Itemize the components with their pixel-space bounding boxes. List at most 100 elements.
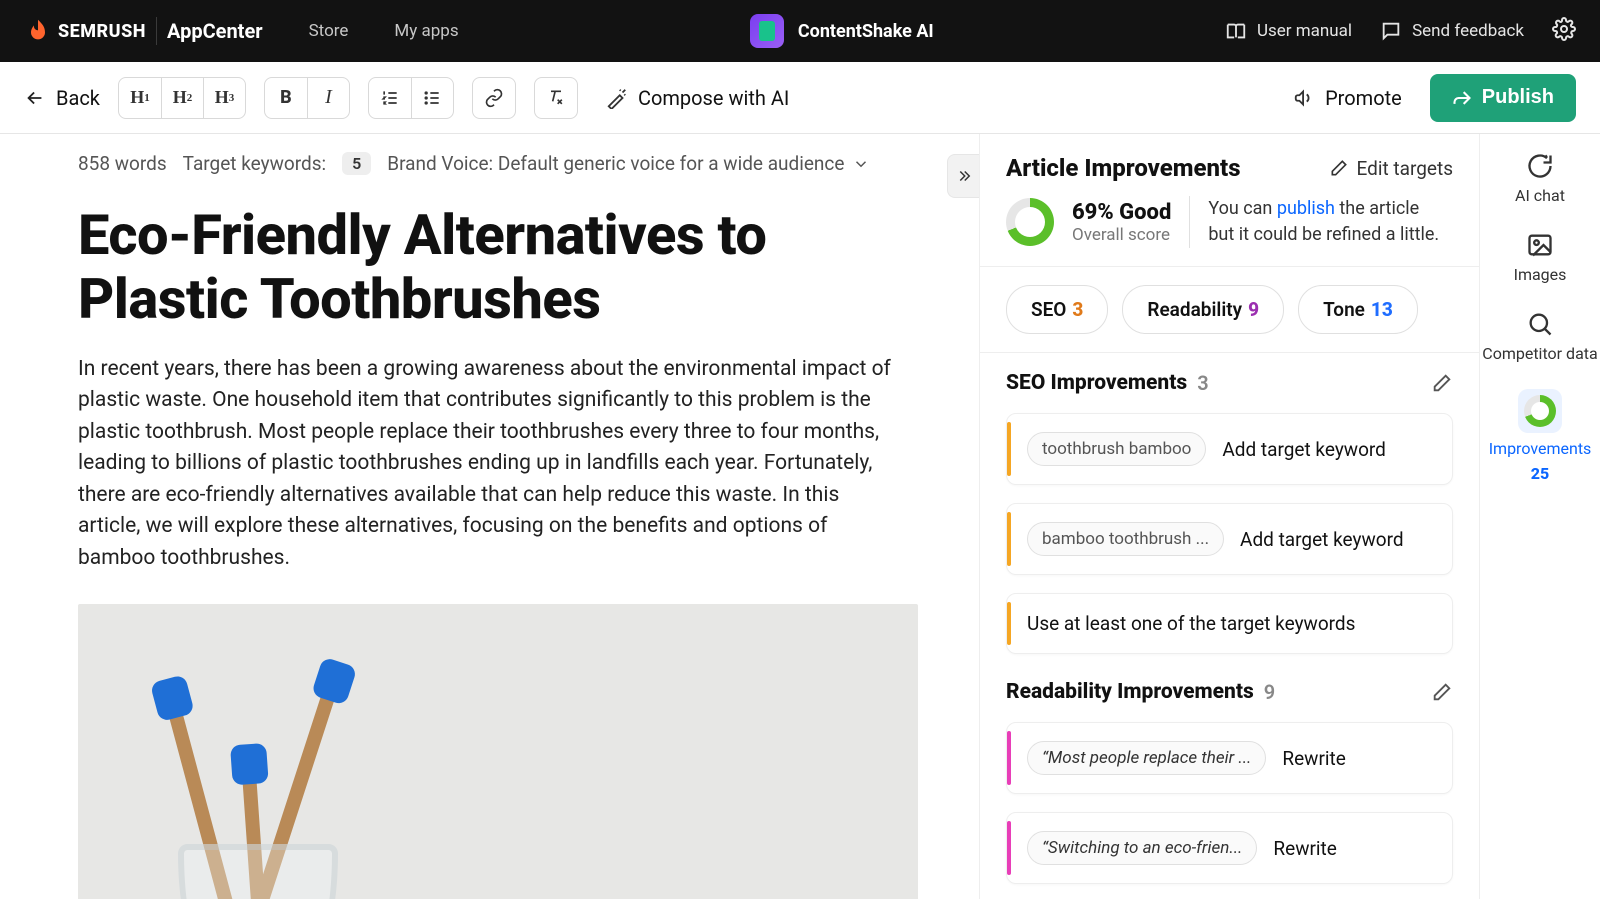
link-button[interactable] [473,77,515,119]
score-description: You can publish the article but it could… [1189,196,1449,248]
seo-card[interactable]: toothbrush bamboo Add target keyword [1006,413,1453,485]
seo-section-title: SEO Improvements [1006,371,1187,395]
back-label: Back [56,86,100,110]
keyword-chip: toothbrush bamboo [1027,432,1206,466]
chat-icon [1380,20,1402,42]
edit-targets-label: Edit targets [1357,157,1453,180]
divider [156,17,157,45]
compose-label: Compose with AI [638,86,789,110]
editor-column: 858 words Target keywords: 5 Brand Voice… [0,134,980,899]
edit-targets-button[interactable]: Edit targets [1329,157,1453,180]
word-count: 858 words [78,152,167,175]
book-icon [1225,20,1247,42]
brand[interactable]: SEMRUSH AppCenter [24,17,263,45]
list-group [368,77,454,119]
seo-card[interactable]: bamboo toothbrush ... Add target keyword [1006,503,1453,575]
italic-button[interactable]: I [307,77,349,119]
article-title[interactable]: Eco-Friendly Alternatives to Plastic Too… [78,203,901,332]
keyword-chip: bamboo toothbrush ... [1027,522,1224,556]
score-row: 69% Good Overall score You can publish t… [980,196,1479,267]
share-arrow-icon [1452,88,1472,108]
semrush-flame-icon [24,17,52,45]
send-feedback-link[interactable]: Send feedback [1380,20,1524,42]
brand-voice-selector[interactable]: Brand Voice: Default generic voice for a… [387,152,870,175]
publish-label: Publish [1482,86,1554,109]
compose-ai-button[interactable]: Compose with AI [606,86,789,110]
publish-link[interactable]: publish [1277,198,1335,219]
promote-button[interactable]: Promote [1293,86,1402,110]
chat-loop-icon [1526,152,1554,180]
contentshake-app-icon [750,14,784,48]
ordered-list-icon [380,88,400,108]
search-icon [1526,310,1554,338]
h3-button[interactable]: H3 [203,77,245,119]
brand-main: SEMRUSH [58,21,146,42]
readability-card[interactable]: “Most people replace their ... Rewrite [1006,722,1453,794]
pill-readability[interactable]: Readability9 [1122,285,1284,334]
chevron-down-icon [852,155,870,173]
brand-voice-label: Brand Voice: Default generic voice for a… [387,152,844,175]
publish-button[interactable]: Publish [1430,74,1576,122]
link-group [472,77,516,119]
bold-button[interactable]: B [265,77,307,119]
score-ring [1006,198,1054,246]
pencil-icon[interactable] [1431,372,1453,394]
back-button[interactable]: Back [24,86,100,110]
improvements-title: Article Improvements [1006,154,1241,182]
right-rail: AI chat Images Competitor data Improveme… [1480,134,1600,899]
clear-format-button[interactable] [535,77,577,119]
pencil-icon [1329,158,1349,178]
magic-pen-icon [606,87,628,109]
score-ring-mini-icon [1524,395,1556,427]
score-percent: 69% Good [1072,200,1171,225]
rail-competitor[interactable]: Competitor data [1482,310,1597,363]
editor-meta: 858 words Target keywords: 5 Brand Voice… [0,134,979,193]
format-group: B I [264,77,350,119]
pill-tone[interactable]: Tone13 [1298,285,1418,334]
chevrons-right-icon [955,167,973,185]
h2-button[interactable]: H2 [161,77,203,119]
seo-section-count: 3 [1197,371,1208,395]
send-feedback-label: Send feedback [1412,21,1524,41]
article-hero-image[interactable] [78,604,918,899]
nav-myapps[interactable]: My apps [394,21,458,41]
card-label: Add target keyword [1240,528,1404,551]
collapse-panel-button[interactable] [947,154,979,198]
ordered-list-button[interactable] [369,77,411,119]
keywords-label: Target keywords: [183,152,326,175]
nav-store[interactable]: Store [309,21,349,41]
score-sub: Overall score [1072,225,1171,245]
card-label: Rewrite [1282,747,1345,770]
article-body[interactable]: Eco-Friendly Alternatives to Plastic Too… [0,203,979,899]
brand-sub[interactable]: AppCenter [167,19,263,43]
settings-button[interactable] [1552,17,1576,46]
sentence-chip: “Most people replace their ... [1027,741,1266,775]
topbar: SEMRUSH AppCenter Store My apps ContentS… [0,0,1600,62]
user-manual-link[interactable]: User manual [1225,20,1352,42]
unordered-list-icon [422,88,442,108]
arrow-left-icon [24,87,46,109]
link-icon [484,88,504,108]
seo-card[interactable]: Use at least one of the target keywords [1006,593,1453,654]
card-label: Use at least one of the target keywords [1027,612,1355,635]
card-label: Rewrite [1273,837,1336,860]
rail-images[interactable]: Images [1514,231,1567,284]
article-paragraph[interactable]: In recent years, there has been a growin… [78,354,901,575]
sentence-chip: “Switching to an eco-frien... [1027,831,1257,865]
h1-button[interactable]: H1 [119,77,161,119]
promote-label: Promote [1325,86,1402,110]
readability-card[interactable]: “Switching to an eco-frien... Rewrite [1006,812,1453,884]
rail-ai-chat[interactable]: AI chat [1515,152,1565,205]
megaphone-icon [1293,87,1315,109]
keywords-count[interactable]: 5 [342,152,371,175]
app-title: ContentShake AI [798,21,934,42]
rail-improvements[interactable]: Improvements 25 [1489,389,1592,483]
readability-section-count: 9 [1264,680,1275,704]
clear-format-group [534,77,578,119]
gear-icon [1552,17,1576,41]
image-icon [1526,231,1554,259]
pencil-icon[interactable] [1431,681,1453,703]
user-manual-label: User manual [1257,21,1352,41]
unordered-list-button[interactable] [411,77,453,119]
pill-seo[interactable]: SEO3 [1006,285,1108,334]
